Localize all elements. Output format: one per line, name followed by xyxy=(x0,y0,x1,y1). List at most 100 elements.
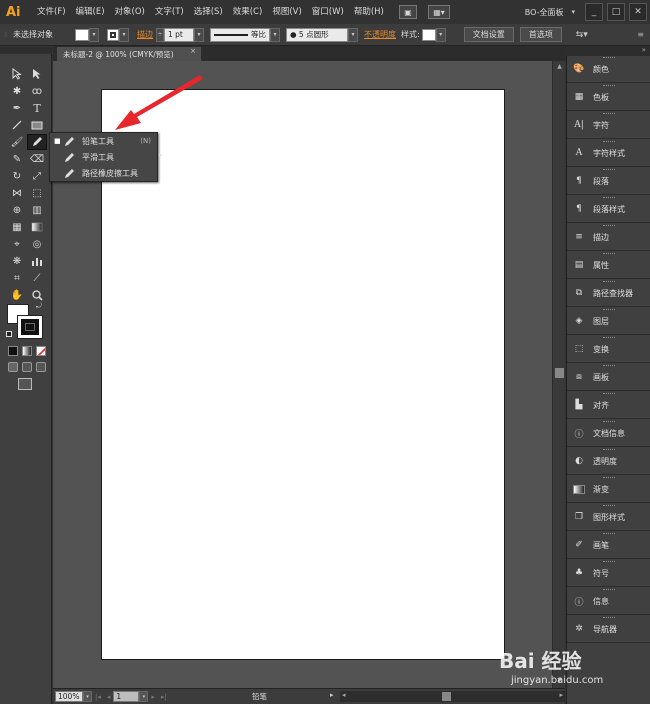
rotate-tool-icon[interactable]: ↻ xyxy=(7,168,27,184)
stroke-weight-stepper[interactable]: ÷ xyxy=(156,27,164,42)
stroke-swatch[interactable] xyxy=(107,28,119,41)
none-mode-icon[interactable] xyxy=(36,346,46,356)
default-colors-icon[interactable] xyxy=(6,331,12,337)
stroke-weight-field[interactable]: 1 pt xyxy=(164,27,194,42)
chevron-down-icon[interactable]: ▾ xyxy=(571,8,575,16)
stroke-dropdown[interactable]: ▾ xyxy=(119,27,129,42)
preferences-button[interactable]: 首选项 xyxy=(519,27,562,42)
menu-view[interactable]: 视图(V) xyxy=(267,0,306,24)
zoom-dropdown[interactable]: ▾ xyxy=(83,691,92,702)
direct-selection-tool-icon[interactable] xyxy=(27,66,47,82)
line-segment-tool-icon[interactable] xyxy=(7,117,27,133)
perspective-grid-tool-icon[interactable]: ▥ xyxy=(27,202,47,218)
menu-help[interactable]: 帮助(H) xyxy=(349,0,389,24)
artboard-dropdown[interactable]: ▾ xyxy=(139,691,149,702)
column-graph-tool-icon[interactable] xyxy=(27,253,47,269)
gradient-tool-icon[interactable] xyxy=(27,219,47,235)
zoom-tool-icon[interactable] xyxy=(27,287,47,303)
rectangle-tool-icon[interactable] xyxy=(27,117,47,133)
menu-object[interactable]: 对象(O) xyxy=(110,0,150,24)
brush-definition[interactable]: ● 5 点圆形 xyxy=(286,27,348,42)
magic-wand-tool-icon[interactable]: ✱ xyxy=(7,83,27,99)
close-tab-icon[interactable]: × xyxy=(190,47,196,55)
menu-select[interactable]: 选择(S) xyxy=(189,0,228,24)
stroke-color-box[interactable] xyxy=(17,315,43,339)
artboard-tool-icon[interactable]: ⌗ xyxy=(7,270,27,286)
last-artboard-icon[interactable]: ▸| xyxy=(161,693,167,701)
minimize-button[interactable]: _ xyxy=(585,3,603,21)
fill-dropdown[interactable]: ▾ xyxy=(89,27,99,42)
mesh-tool-icon[interactable]: ▦ xyxy=(7,219,27,235)
horizontal-scroll-thumb[interactable] xyxy=(442,692,451,701)
fill-swatch[interactable] xyxy=(75,28,89,41)
panel-transparency[interactable]: ◐ 透明度 xyxy=(567,448,650,475)
prev-artboard-icon[interactable]: ◂ xyxy=(107,693,111,701)
panel-artboards[interactable]: ⧈ 画板 xyxy=(567,364,650,391)
zoom-field[interactable]: 100% xyxy=(55,691,83,702)
shape-builder-tool-icon[interactable]: ⊕ xyxy=(7,202,27,218)
vertical-scroll-thumb[interactable] xyxy=(555,368,564,378)
variable-width-profile[interactable]: 等比 xyxy=(210,27,270,42)
panel-attributes[interactable]: ▤ 属性 xyxy=(567,252,650,279)
document-setup-button[interactable]: 文档设置 xyxy=(463,27,514,42)
panel-dock-header[interactable]: » xyxy=(566,46,650,56)
panel-layers[interactable]: ◈ 图层 xyxy=(567,308,650,335)
opacity-link[interactable]: 不透明度 xyxy=(364,29,396,40)
type-tool-icon[interactable]: T xyxy=(27,100,47,116)
menu-file[interactable]: 文件(F) xyxy=(32,0,71,24)
flyout-item-smooth[interactable]: 平滑工具 xyxy=(50,149,157,165)
width-tool-icon[interactable]: ⋈ xyxy=(7,185,27,201)
stroke-panel-link[interactable]: 描边 xyxy=(137,29,153,40)
collapse-panels-icon[interactable]: » xyxy=(642,46,646,54)
close-button[interactable]: ✕ xyxy=(629,3,647,21)
toolbar-grip[interactable] xyxy=(0,47,52,53)
hand-tool-icon[interactable]: ✋ xyxy=(7,287,27,303)
next-artboard-icon[interactable]: ▸ xyxy=(151,693,155,701)
bridge-icon[interactable]: ▣ xyxy=(399,5,417,19)
tearoff-arrow-icon[interactable]: ▸ xyxy=(159,151,165,163)
panel-gradient[interactable]: 渐变 xyxy=(567,476,650,503)
panel-paragraph[interactable]: ¶ 段落 xyxy=(567,168,650,195)
graphic-style-dropdown[interactable]: ▾ xyxy=(435,27,446,42)
free-transform-tool-icon[interactable]: ⬚ xyxy=(27,185,47,201)
workspace-switcher[interactable]: BO-全面板 xyxy=(525,7,564,18)
panel-pathfinder[interactable]: ⧉ 路径查找器 xyxy=(567,280,650,307)
stroke-weight-dropdown[interactable]: ▾ xyxy=(194,27,204,42)
panel-brushes[interactable]: ✐ 画笔 xyxy=(567,532,650,559)
panel-info[interactable]: ⓘ 信息 xyxy=(567,588,650,615)
menu-edit[interactable]: 编辑(E) xyxy=(71,0,110,24)
artboard-number-field[interactable]: 1 xyxy=(113,691,140,702)
draw-behind-icon[interactable] xyxy=(22,362,32,372)
graphic-style-swatch[interactable] xyxy=(421,28,436,41)
menu-type[interactable]: 文字(T) xyxy=(150,0,189,24)
panel-paragraph-styles[interactable]: ¶ 段落样式 xyxy=(567,196,650,223)
menu-effect[interactable]: 效果(C) xyxy=(228,0,268,24)
panel-character[interactable]: A| 字符 xyxy=(567,112,650,139)
paintbrush-tool-icon[interactable]: 🖌 xyxy=(7,134,27,150)
swap-fill-stroke-icon[interactable]: ⤾ xyxy=(36,302,42,311)
color-mode-icon[interactable] xyxy=(8,346,18,356)
screen-mode-icon[interactable] xyxy=(18,378,32,390)
artboard[interactable] xyxy=(101,89,505,660)
panel-transform[interactable]: ⬚ 变换 xyxy=(567,336,650,363)
menu-window[interactable]: 窗口(W) xyxy=(307,0,349,24)
slice-tool-icon[interactable]: ⟋ xyxy=(27,270,47,286)
panel-menu-icon[interactable]: ≡ xyxy=(637,30,644,39)
arrange-icon[interactable]: ⇆▾ xyxy=(576,30,588,40)
gradient-mode-icon[interactable] xyxy=(22,346,32,356)
brush-dropdown[interactable]: ▾ xyxy=(348,27,358,42)
first-artboard-icon[interactable]: |◂ xyxy=(95,693,101,701)
panel-character-styles[interactable]: A 字符样式 xyxy=(567,140,650,167)
blob-brush-tool-icon[interactable]: ✎ xyxy=(7,151,27,167)
pen-tool-icon[interactable]: ✒ xyxy=(7,100,27,116)
panel-stroke[interactable]: ≡ 描边 xyxy=(567,224,650,251)
lasso-tool-icon[interactable]: ꝏ xyxy=(27,83,47,99)
panel-symbols[interactable]: ♣ 符号 xyxy=(567,560,650,587)
scroll-up-icon[interactable]: ▲ xyxy=(555,63,564,72)
panel-navigator[interactable]: ✲ 导航器 xyxy=(567,616,650,643)
flyout-item-path-eraser[interactable]: 路径橡皮擦工具 xyxy=(50,165,157,181)
scroll-left-icon[interactable]: ◂ xyxy=(342,691,346,699)
arrange-documents-icon[interactable]: ▦▾ xyxy=(428,5,450,19)
eraser-tool-icon[interactable]: ⌫ xyxy=(27,151,47,167)
vertical-scrollbar[interactable]: ▲ ▼ xyxy=(552,61,565,688)
